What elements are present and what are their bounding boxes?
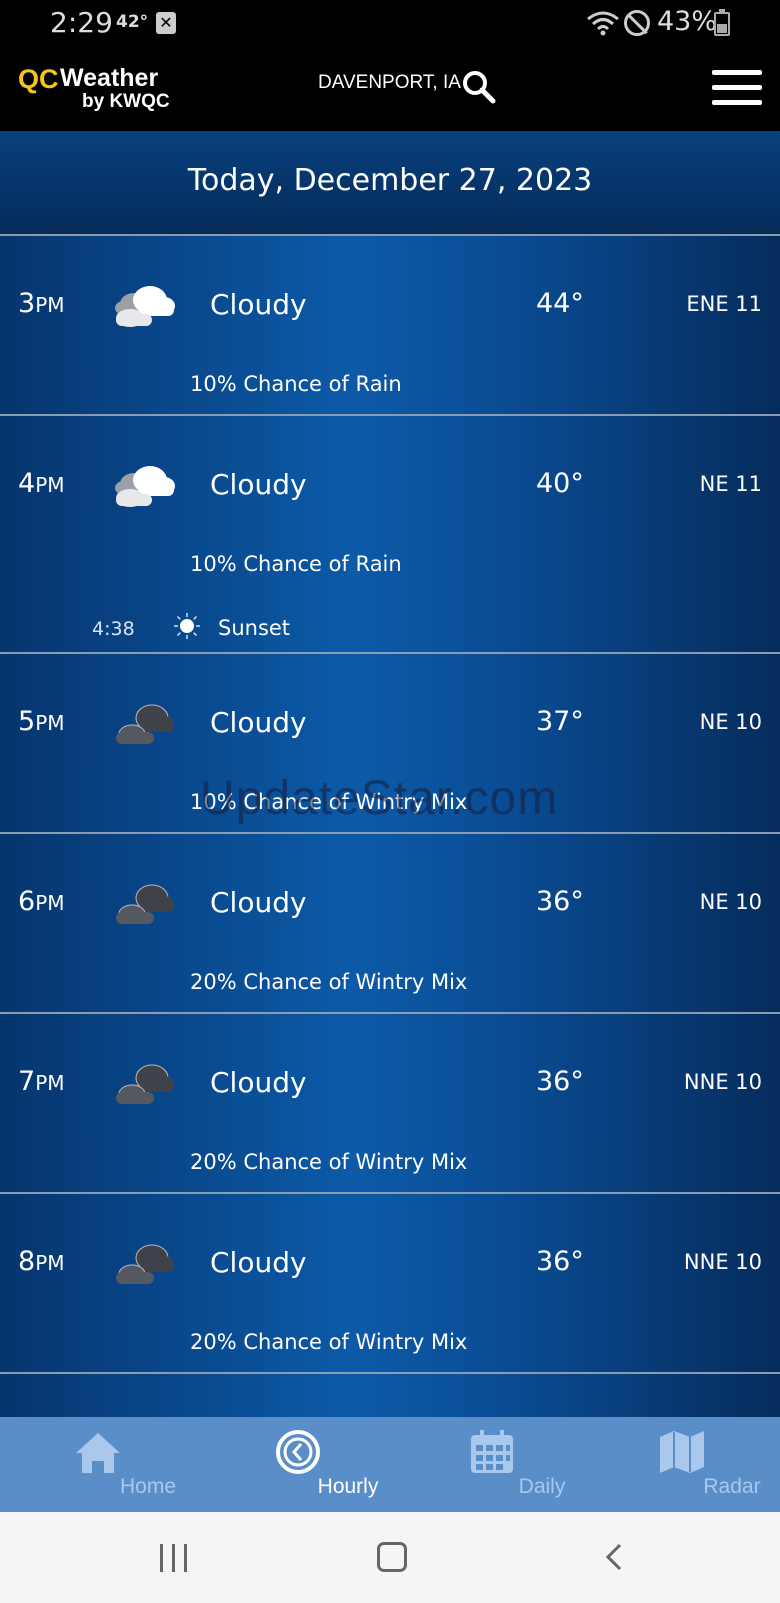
search-icon[interactable] [462,70,496,104]
partly-cloudy-icon [115,466,175,507]
hour-time: 3PM [18,288,65,319]
hour-row[interactable]: 6PM Cloudy 36° NE 10 20% Chance of Wintr… [0,834,780,1014]
sunset-label: Sunset [218,616,291,640]
home-button-icon[interactable] [377,1542,407,1572]
home-icon [76,1433,120,1473]
wind: NNE 10 [683,1250,762,1274]
status-bar: 2:29 42° ✕ 43% [0,0,780,48]
precip-chance: 10% Chance of Rain [190,552,402,576]
status-temperature: 42° [116,12,149,32]
wind: NE 10 [699,890,762,914]
date-header: Today, December 27, 2023 [0,131,780,236]
sunset-time: 4:38 [92,618,135,640]
status-time: 2:29 [50,6,113,39]
bottom-nav: Home Hourly Daily Radar [0,1417,780,1512]
wind: NNE 10 [683,1070,762,1094]
system-nav-bar [0,1512,780,1603]
notification-close-icon: ✕ [156,12,176,34]
calendar-icon [471,1430,513,1473]
app-header: QC Weather by KWQC DAVENPORT, IA [0,48,780,131]
wifi-icon [587,11,619,36]
nav-daily[interactable]: Daily [442,1417,565,1512]
battery-icon [714,9,730,36]
hour-time: 7PM [18,1066,65,1097]
precip-chance: 10% Chance of Rain [190,372,402,396]
clock-icon [276,1430,320,1474]
location-label[interactable]: DAVENPORT, IA [318,72,461,94]
hour-time: 5PM [18,706,65,737]
wind: NE 10 [699,710,762,734]
dark-cloud-icon [116,884,174,924]
logo-qc: QC [18,64,59,94]
nav-radar-label: Radar [703,1475,761,1498]
precip-chance: 20% Chance of Wintry Mix [190,970,468,994]
temperature: 40° [536,468,584,499]
temperature: 37° [536,706,584,737]
logo-by: by KWQC [82,91,170,112]
precip-chance: 20% Chance of Wintry Mix [190,1150,468,1174]
do-not-disturb-icon [624,10,650,36]
partly-cloudy-icon [115,286,175,327]
hour-time: 4PM [18,468,65,499]
temperature: 36° [536,1246,584,1277]
condition-label: Cloudy [210,288,307,321]
wind: ENE 11 [686,292,762,316]
nav-home-label: Home [119,1475,177,1498]
temperature: 36° [536,1066,584,1097]
hour-time: 8PM [18,1246,65,1277]
dark-cloud-icon [116,1064,174,1104]
nav-hourly-label: Hourly [317,1475,379,1498]
hour-row[interactable]: 4PM Cloudy 40° NE 11 10% Chance of Rain … [0,416,780,654]
app-logo[interactable]: QC Weather by KWQC [18,64,178,114]
hour-time: 6PM [18,886,65,917]
date-title: Today, December 27, 2023 [187,163,593,198]
condition-label: Cloudy [210,886,307,919]
condition-label: Cloudy [210,1246,307,1279]
sun-icon [174,613,200,639]
recent-apps-icon[interactable] [160,1544,190,1572]
hamburger-menu-icon[interactable] [712,70,762,106]
hour-row[interactable]: 3PM Cloudy 44° ENE 11 10% Chance of Rain [0,236,780,416]
precip-chance: 20% Chance of Wintry Mix [190,1330,468,1354]
nav-hourly[interactable]: Hourly [248,1417,378,1512]
condition-label: Cloudy [210,468,307,501]
condition-label: Cloudy [210,706,307,739]
hour-row[interactable]: 7PM Cloudy 36° NNE 10 20% Chance of Wint… [0,1014,780,1194]
logo-weather: Weather [60,64,159,92]
temperature: 36° [536,886,584,917]
hourly-forecast-list[interactable]: Today, December 27, 2023 3PM Cloudy 44° … [0,131,780,1417]
nav-home[interactable]: Home [48,1417,176,1512]
dark-cloud-icon [116,704,174,744]
battery-percent: 43% [657,6,718,37]
temperature: 44° [536,288,584,319]
map-icon [660,1431,704,1473]
nav-radar[interactable]: Radar [632,1417,761,1512]
back-icon[interactable] [600,1542,630,1572]
condition-label: Cloudy [210,1066,307,1099]
hour-row[interactable]: 8PM Cloudy 36° NNE 10 20% Chance of Wint… [0,1194,780,1374]
dark-cloud-icon [116,1244,174,1284]
wind: NE 11 [699,472,762,496]
watermark: UpdateStar.com [200,772,559,825]
nav-daily-label: Daily [518,1475,566,1498]
